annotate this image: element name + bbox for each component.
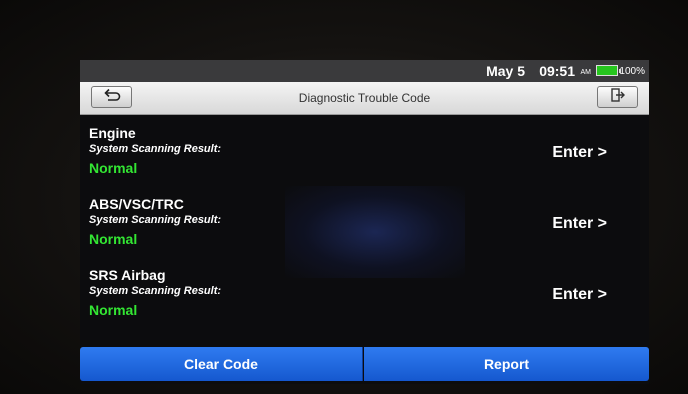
system-name: Engine xyxy=(89,125,136,141)
status-date: May 5 xyxy=(486,63,525,79)
battery-icon xyxy=(596,65,621,76)
enter-button-srs[interactable]: Enter > xyxy=(552,286,607,304)
system-status: Normal xyxy=(89,302,138,318)
system-status: Normal xyxy=(89,231,138,247)
device-screen: May 5 09:51 AM 100% Diagnostic Trouble C… xyxy=(80,60,649,384)
system-status: Normal xyxy=(89,160,138,176)
title-bar: Diagnostic Trouble Code xyxy=(80,82,649,115)
status-ampm: AM xyxy=(580,69,592,76)
clear-code-button[interactable]: Clear Code xyxy=(80,347,363,381)
page-title: Diagnostic Trouble Code xyxy=(298,91,431,105)
status-bar: May 5 09:51 AM 100% xyxy=(80,60,649,82)
exit-button[interactable] xyxy=(597,86,638,108)
system-name: ABS/VSC/TRC xyxy=(89,196,184,212)
enter-button-abs[interactable]: Enter > xyxy=(552,215,607,233)
report-button[interactable]: Report xyxy=(364,347,649,381)
system-row-abs: ABS/VSC/TRC System Scanning Result: Norm… xyxy=(80,196,649,266)
system-caption: System Scanning Result: xyxy=(89,285,222,297)
system-row-srs: SRS Airbag System Scanning Result: Norma… xyxy=(80,267,649,337)
system-name: SRS Airbag xyxy=(89,267,166,283)
system-row-engine: Engine System Scanning Result: Normal En… xyxy=(80,125,649,195)
status-time: 09:51 xyxy=(539,63,575,79)
exit-icon xyxy=(610,87,626,108)
enter-button-engine[interactable]: Enter > xyxy=(552,144,607,162)
system-caption: System Scanning Result: xyxy=(89,214,222,226)
system-caption: System Scanning Result: xyxy=(89,143,222,155)
battery-percent: 100% xyxy=(619,66,645,77)
